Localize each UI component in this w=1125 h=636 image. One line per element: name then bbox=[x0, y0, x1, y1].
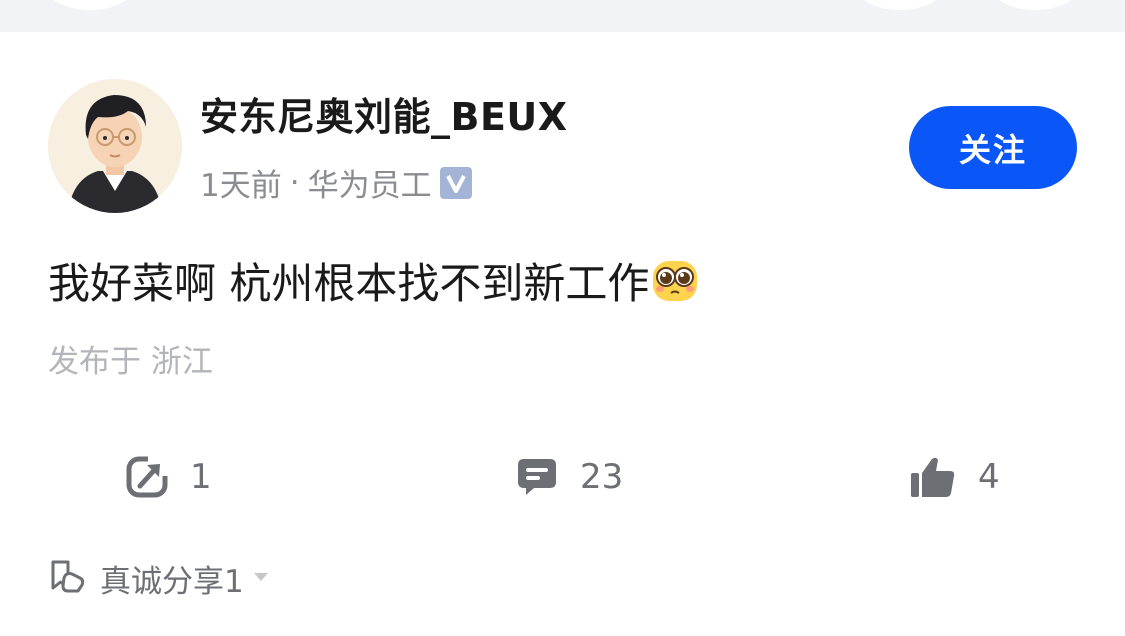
follow-button[interactable]: 关注 bbox=[909, 106, 1077, 189]
top-circle-left bbox=[45, 0, 135, 10]
post-text: 我好菜啊 杭州根本找不到新工作 bbox=[48, 259, 650, 308]
sincere-share-row[interactable]: 真诚分享1 bbox=[48, 558, 270, 600]
post-content: 我好菜啊 杭州根本找不到新工作 bbox=[48, 250, 699, 311]
like-button[interactable]: 4 bbox=[910, 452, 1000, 502]
post-location: 发布于 浙江 bbox=[48, 344, 213, 380]
like-count: 4 bbox=[978, 457, 1000, 497]
chevron-down-icon bbox=[252, 569, 270, 588]
avatar[interactable] bbox=[48, 79, 182, 213]
top-circle-right-1 bbox=[855, 0, 945, 10]
bookmark-hands-icon bbox=[48, 558, 86, 598]
top-circle-right-2 bbox=[990, 0, 1080, 10]
author-name[interactable]: 安东尼奥刘能_BEUX bbox=[200, 86, 568, 141]
avatar-illustration bbox=[48, 79, 182, 213]
post-time: 1天前 bbox=[200, 168, 282, 204]
top-bar bbox=[0, 0, 1125, 32]
comment-button[interactable]: 23 bbox=[516, 452, 623, 502]
repost-button[interactable]: 1 bbox=[126, 452, 212, 502]
sincere-share-label: 真诚分享1 bbox=[100, 563, 244, 600]
repost-icon bbox=[126, 456, 168, 498]
author-affiliation: 华为员工 bbox=[307, 168, 432, 204]
pleading-face-emoji-icon bbox=[651, 257, 699, 305]
post-card: 安东尼奥刘能_BEUX 1天前 · 华为员工 关注 我好菜啊 杭州根本找不到新工… bbox=[0, 32, 1125, 636]
comment-count: 23 bbox=[580, 457, 624, 497]
meta-separator: · bbox=[289, 164, 300, 201]
verified-badge-icon bbox=[439, 166, 472, 199]
repost-count: 1 bbox=[190, 457, 212, 497]
thumbs-up-icon bbox=[910, 456, 956, 498]
comment-icon bbox=[516, 456, 558, 498]
post-meta: 1天前 · 华为员工 bbox=[200, 160, 472, 205]
